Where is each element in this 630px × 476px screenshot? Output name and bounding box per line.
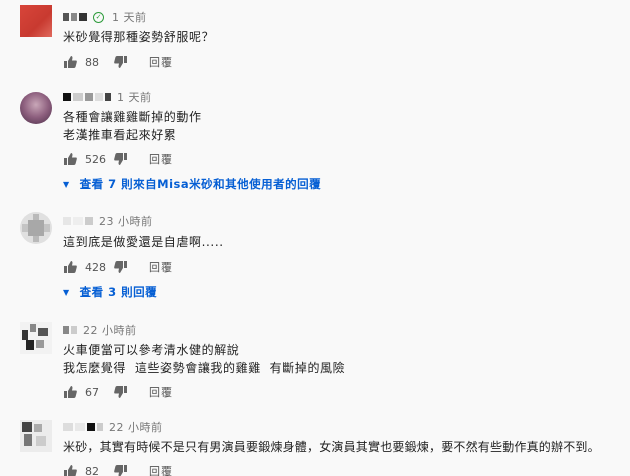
comment-meta: 22 小時前	[63, 420, 163, 434]
thumbs-down-icon[interactable]	[113, 260, 127, 274]
thumbs-up-icon[interactable]	[63, 152, 77, 166]
timestamp[interactable]: 1 天前	[117, 89, 152, 105]
reply-button[interactable]: 回覆	[149, 54, 173, 70]
timestamp[interactable]: 1 天前	[112, 9, 147, 25]
like-count: 428	[85, 260, 106, 274]
avatar[interactable]	[20, 420, 52, 452]
reply-button[interactable]: 回覆	[149, 463, 173, 476]
view-replies-label: 查看 7 則來自Misa米砂和其他使用者的回覆	[79, 177, 322, 191]
like-count: 526	[85, 152, 106, 166]
avatar[interactable]	[20, 212, 52, 244]
thumbs-up-icon[interactable]	[63, 260, 77, 274]
comment-line: 米砂覺得那種姿勢舒服呢？	[63, 30, 215, 44]
comment-line: 這到底是做愛還是自虐啊.....	[63, 235, 224, 249]
comment-actions: 428 回覆	[63, 259, 173, 275]
comment-text: 米砂，其實有時候不是只有男演員要鍛煉身體，女演員其實也要鍛煉，要不然有些動作真的…	[63, 438, 600, 456]
timestamp[interactable]: 22 小時前	[83, 322, 137, 338]
timestamp[interactable]: 22 小時前	[109, 419, 163, 435]
verified-icon: ✓	[93, 11, 104, 23]
reply-button[interactable]: 回覆	[149, 384, 173, 400]
chevron-down-icon: ▼	[63, 287, 70, 297]
view-replies-button[interactable]: ▼ 查看 3 則回覆	[63, 284, 157, 300]
timestamp[interactable]: 23 小時前	[99, 213, 153, 229]
thumbs-down-icon[interactable]	[113, 464, 127, 476]
view-replies-label: 查看 3 則回覆	[79, 285, 158, 299]
comment-line: 各種會讓雞雞斷掉的動作	[63, 110, 202, 124]
comment-meta: ✓ 1 天前	[63, 10, 147, 24]
thumbs-up-icon[interactable]	[63, 464, 77, 476]
comment-text: 各種會讓雞雞斷掉的動作 老漢推車看起來好累	[63, 108, 202, 144]
comment-text: 這到底是做愛還是自虐啊.....	[63, 233, 224, 251]
thumbs-down-icon[interactable]	[113, 55, 127, 69]
reply-button[interactable]: 回覆	[149, 151, 173, 167]
view-replies-button[interactable]: ▼ 查看 7 則來自Misa米砂和其他使用者的回覆	[63, 176, 321, 192]
reply-button[interactable]: 回覆	[149, 259, 173, 275]
comment-line: 米砂，其實有時候不是只有男演員要鍛煉身體，女演員其實也要鍛煉，要不然有些動作真的…	[63, 440, 600, 454]
avatar[interactable]	[20, 322, 52, 354]
comment-line: 我怎麼覺得 這些姿勢會讓我的雞雞 有斷掉的風險	[63, 361, 346, 375]
comment-line: 火車便當可以參考清水健的解說	[63, 343, 240, 357]
comment-text: 米砂覺得那種姿勢舒服呢？	[63, 28, 214, 46]
comment-meta: 23 小時前	[63, 214, 153, 228]
thumbs-up-icon[interactable]	[63, 55, 77, 69]
chevron-down-icon: ▼	[63, 179, 70, 189]
comment-meta: 22 小時前	[63, 323, 137, 337]
like-count: 82	[85, 464, 99, 476]
like-count: 88	[85, 55, 99, 69]
thumbs-down-icon[interactable]	[113, 152, 127, 166]
comment-actions: 82 回覆	[63, 463, 173, 476]
comment-meta: 1 天前	[63, 90, 152, 104]
comment-text: 火車便當可以參考清水健的解說 我怎麼覺得 這些姿勢會讓我的雞雞 有斷掉的風險	[63, 341, 345, 377]
comment-actions: 88 回覆	[63, 54, 173, 70]
thumbs-up-icon[interactable]	[63, 385, 77, 399]
comment-actions: 67 回覆	[63, 384, 173, 400]
like-count: 67	[85, 385, 99, 399]
avatar[interactable]	[20, 92, 52, 124]
avatar[interactable]	[20, 5, 52, 37]
comment-line: 老漢推車看起來好累	[63, 128, 177, 142]
thumbs-down-icon[interactable]	[113, 385, 127, 399]
comment-actions: 526 回覆	[63, 151, 173, 167]
